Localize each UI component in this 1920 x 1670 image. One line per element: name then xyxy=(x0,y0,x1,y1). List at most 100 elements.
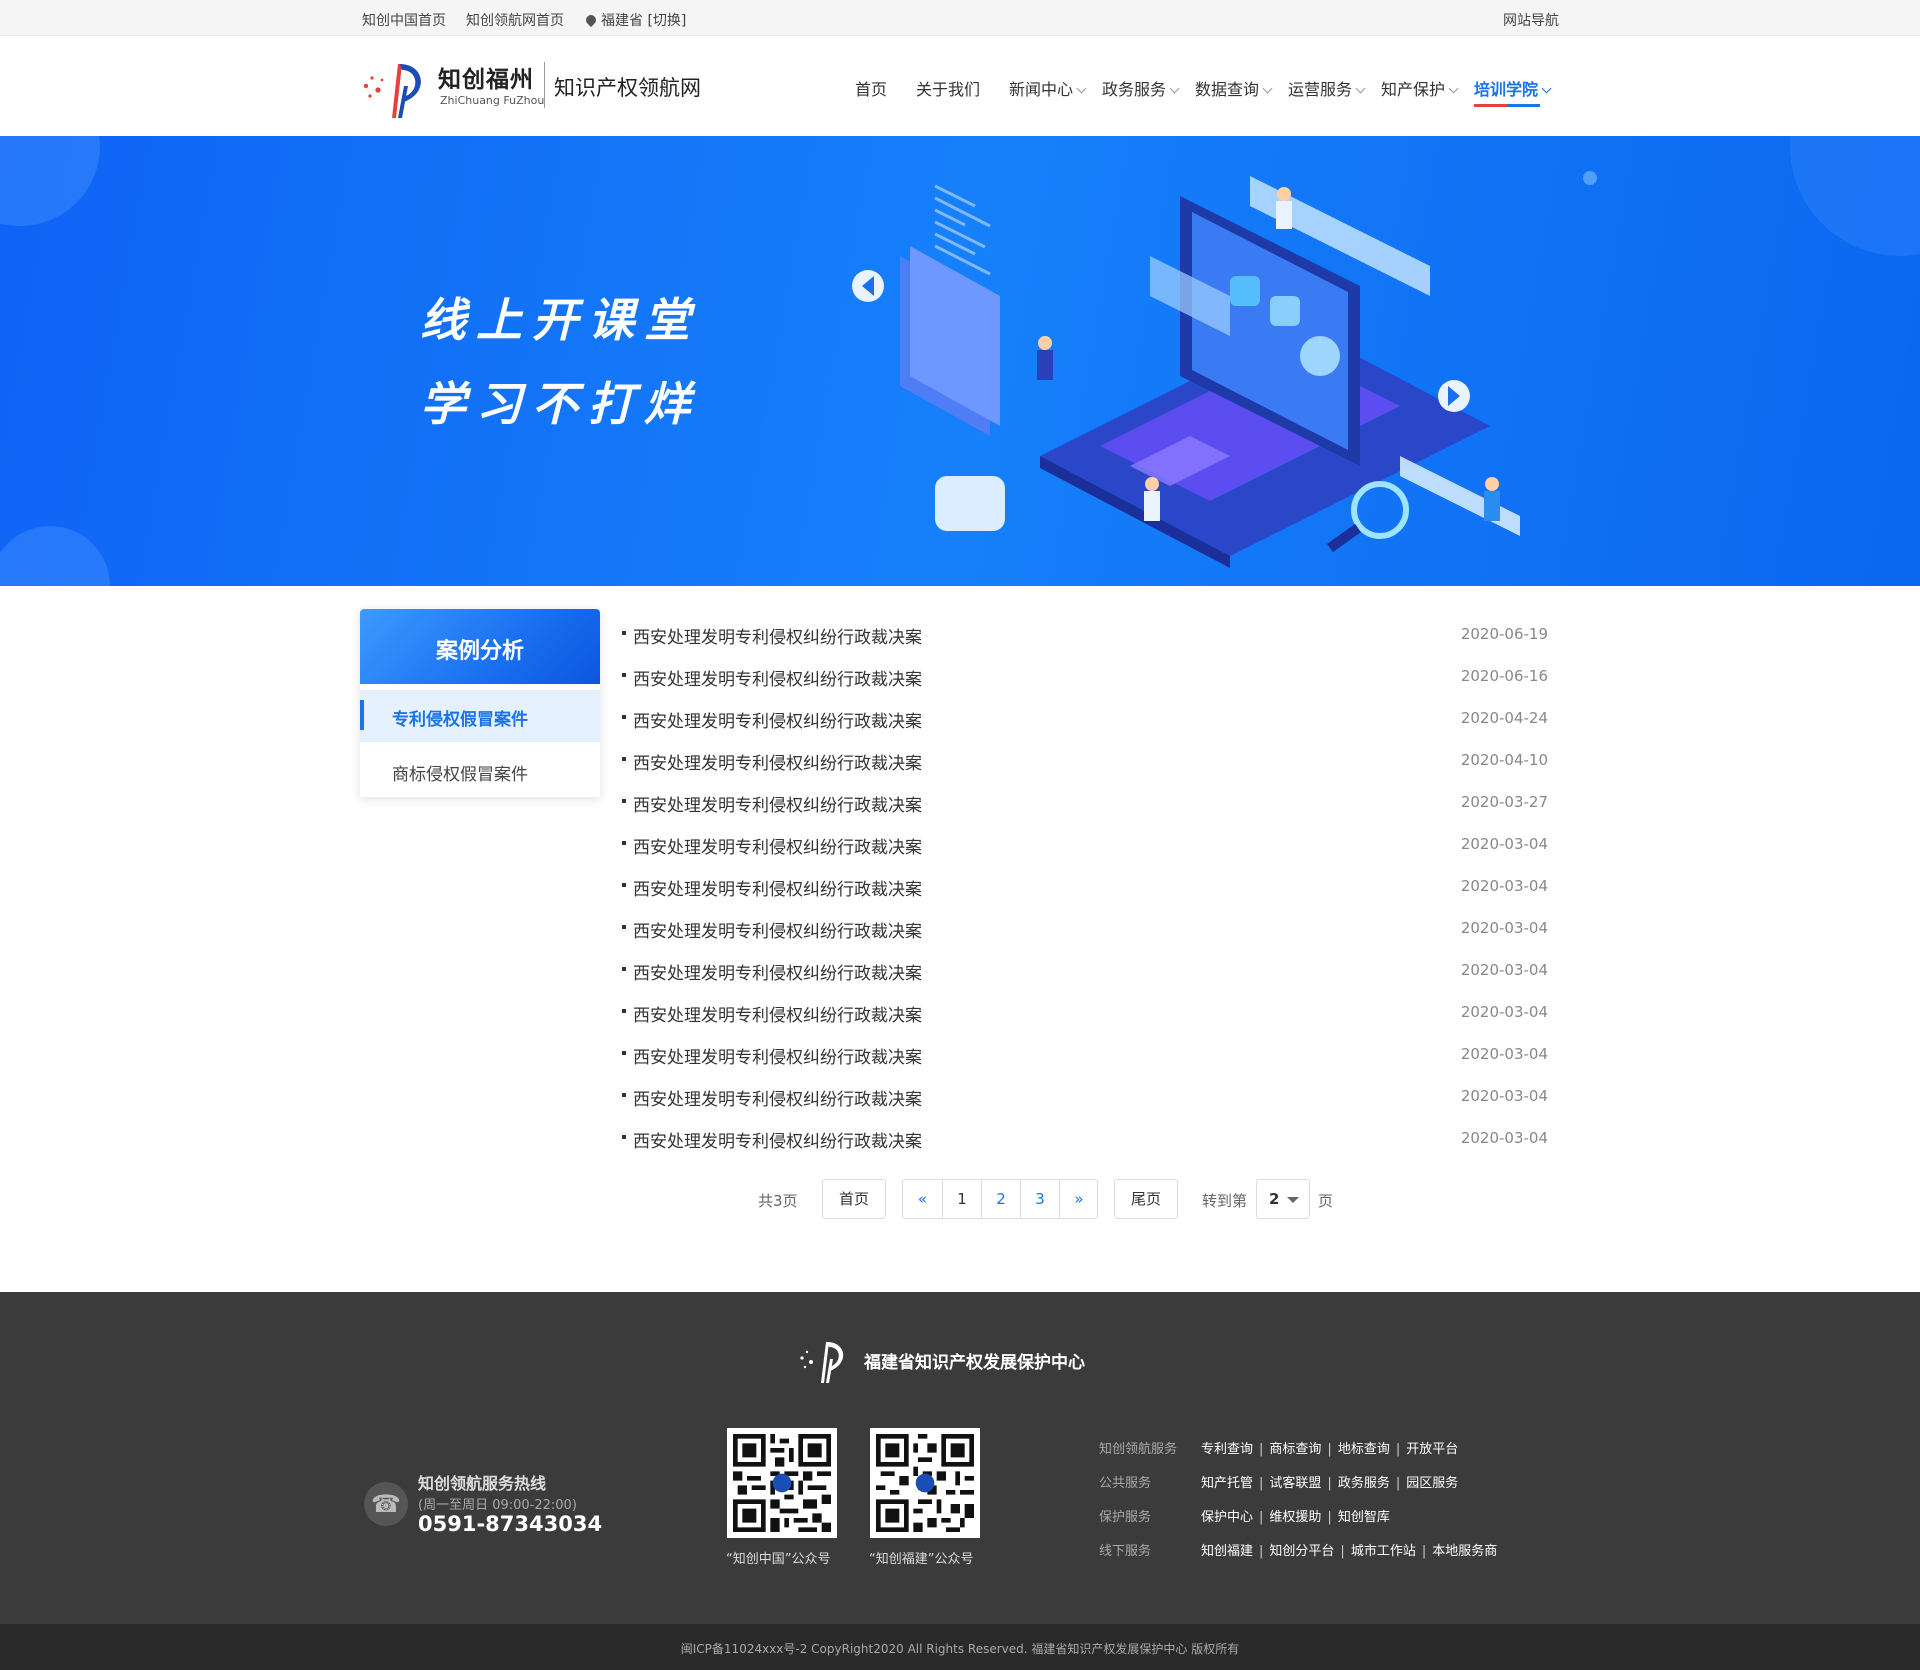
hotline-hours: (周一至周日 09:00-22:00) xyxy=(418,1498,577,1513)
list-item[interactable]: 西安处理发明专利侵权纠纷行政裁决案 2020-06-16 xyxy=(620,656,1548,698)
logo-subtitle: ZhiChuang FuZhou xyxy=(440,94,545,107)
list-item[interactable]: 西安处理发明专利侵权纠纷行政裁决案 2020-03-04 xyxy=(620,1034,1548,1076)
bullet-icon xyxy=(622,1009,626,1013)
next-page-button[interactable]: » xyxy=(1059,1180,1098,1218)
list-item[interactable]: 西安处理发明专利侵权纠纷行政裁决案 2020-03-04 xyxy=(620,1076,1548,1118)
footer-link-trademark-query[interactable]: 商标查询 xyxy=(1269,1442,1321,1457)
caret-down-icon xyxy=(1287,1197,1299,1203)
bullet-icon xyxy=(622,799,626,803)
list-item[interactable]: 西安处理发明专利侵权纠纷行政裁决案 2020-03-04 xyxy=(620,1118,1548,1160)
qr-caption-zhichuang-fujian: “知创福建”公众号 xyxy=(869,1552,974,1567)
list-item[interactable]: 西安处理发明专利侵权纠纷行政裁决案 2020-03-04 xyxy=(620,992,1548,1034)
copyright-bar: 闽ICP备11024xxx号-2 CopyRight2020 All Right… xyxy=(0,1624,1920,1670)
footer-link-ip-trusteeship[interactable]: 知产托管 xyxy=(1201,1476,1253,1491)
qr-code-zhichuang-china xyxy=(727,1428,837,1538)
nav-data-query[interactable]: 数据查询 xyxy=(1195,76,1273,100)
list-item[interactable]: 西安处理发明专利侵权纠纷行政裁决案 2020-04-24 xyxy=(620,698,1548,740)
footer-link-protection-center[interactable]: 保护中心 xyxy=(1201,1510,1253,1525)
footer-link-patent-query[interactable]: 专利查询 xyxy=(1201,1442,1253,1457)
page-3-button[interactable]: 3 xyxy=(1020,1180,1059,1218)
chevron-down-icon xyxy=(1448,83,1459,94)
footer-category-protection-service: 保护服务 xyxy=(1099,1510,1152,1525)
footer-link-local-providers[interactable]: 本地服务商 xyxy=(1432,1544,1497,1559)
qr-code-icon xyxy=(876,1434,974,1532)
bullet-icon xyxy=(622,715,626,719)
bullet-icon xyxy=(622,1051,626,1055)
top-bar: 知创中国首页 知创领航网首页 福建省 [切换] 网站导航 xyxy=(0,0,1920,36)
list-item[interactable]: 西安处理发明专利侵权纠纷行政裁决案 2020-03-04 xyxy=(620,866,1548,908)
footer-links-protection-service: 保护中心 | 维权援助 | 知创智库 xyxy=(1201,1510,1390,1525)
nav-operations[interactable]: 运营服务 xyxy=(1288,76,1366,100)
chevron-down-icon xyxy=(1262,83,1273,94)
nav-home[interactable]: 首页 xyxy=(855,76,887,100)
list-item[interactable]: 西安处理发明专利侵权纠纷行政裁决案 2020-03-04 xyxy=(620,908,1548,950)
nav-about[interactable]: 关于我们 xyxy=(916,76,980,100)
zhichuang-china-home-link[interactable]: 知创中国首页 xyxy=(362,10,446,30)
page-select[interactable]: 2 xyxy=(1256,1179,1310,1219)
chevron-down-icon xyxy=(1169,83,1180,94)
chevron-down-icon xyxy=(1076,83,1087,94)
list-item[interactable]: 西安处理发明专利侵权纠纷行政裁决案 2020-06-19 xyxy=(620,614,1548,656)
sidebar-item-trademark-cases[interactable]: 商标侵权假冒案件 xyxy=(360,745,600,797)
hotline-title: 知创领航服务热线 xyxy=(418,1474,547,1493)
nav-news[interactable]: 新闻中心 xyxy=(1009,76,1087,100)
footer-link-park-service[interactable]: 园区服务 xyxy=(1406,1476,1458,1491)
page-unit-label: 页 xyxy=(1318,1192,1334,1210)
last-page-button[interactable]: 尾页 xyxy=(1114,1179,1178,1219)
location-pin-icon xyxy=(583,12,599,28)
list-item[interactable]: 西安处理发明专利侵权纠纷行政裁决案 2020-03-27 xyxy=(620,782,1548,824)
bullet-icon xyxy=(622,1093,626,1097)
bullet-icon xyxy=(622,883,626,887)
zhichuang-lead-home-link[interactable]: 知创领航网首页 xyxy=(466,10,564,30)
banner-illustration xyxy=(0,136,1920,586)
header: 知创福州 ZhiChuang FuZhou 知识产权领航网 首页 关于我们 新闻… xyxy=(0,36,1920,136)
bullet-icon xyxy=(622,757,626,761)
nav-training[interactable]: 培训学院 xyxy=(1474,76,1552,100)
nav-ip-protection[interactable]: 知产保护 xyxy=(1381,76,1459,100)
first-page-button[interactable]: 首页 xyxy=(822,1179,886,1219)
footer-link-think-tank[interactable]: 知创智库 xyxy=(1338,1510,1390,1525)
total-pages-label: 共3页 xyxy=(758,1192,798,1210)
logo-title: 知创福州 xyxy=(438,67,534,93)
qr-caption-zhichuang-china: “知创中国”公众号 xyxy=(726,1552,831,1567)
category-sidebar: 案例分析 专利侵权假冒案件 商标侵权假冒案件 xyxy=(360,609,600,797)
copyright-text: 闽ICP备11024xxx号-2 CopyRight2020 All Right… xyxy=(680,1642,1240,1656)
location-switch-link[interactable]: 福建省 [切换] xyxy=(583,10,687,30)
chevron-down-icon xyxy=(1355,83,1366,94)
footer-org-name: 福建省知识产权发展保护中心 xyxy=(864,1353,1085,1373)
footer-link-rights-assistance[interactable]: 维权援助 xyxy=(1269,1510,1321,1525)
list-item[interactable]: 西安处理发明专利侵权纠纷行政裁决案 2020-03-04 xyxy=(620,824,1548,866)
footer-link-government-service[interactable]: 政务服务 xyxy=(1338,1476,1390,1491)
footer-link-tester-alliance[interactable]: 试客联盟 xyxy=(1269,1476,1321,1491)
bullet-icon xyxy=(622,925,626,929)
page-number-group: « 1 2 3 » xyxy=(902,1179,1098,1219)
bullet-icon xyxy=(622,841,626,845)
bullet-icon xyxy=(622,967,626,971)
footer-category-public-service: 公共服务 xyxy=(1099,1476,1152,1491)
sidebar-item-patent-cases[interactable]: 专利侵权假冒案件 xyxy=(360,690,600,742)
site-navigation-link[interactable]: 网站导航 xyxy=(1503,10,1559,30)
list-item[interactable]: 西安处理发明专利侵权纠纷行政裁决案 2020-03-04 xyxy=(620,950,1548,992)
page-2-button[interactable]: 2 xyxy=(981,1180,1020,1218)
nav-government[interactable]: 政务服务 xyxy=(1102,76,1180,100)
sidebar-title: 案例分析 xyxy=(435,639,524,664)
footer-links-offline-service: 知创福建 | 知创分平台 | 城市工作站 | 本地服务商 xyxy=(1201,1544,1498,1559)
qr-code-zhichuang-fujian xyxy=(870,1428,980,1538)
footer-links-lead-service: 专利查询 | 商标查询 | 地标查询 | 开放平台 xyxy=(1201,1442,1459,1457)
page-1-button[interactable]: 1 xyxy=(942,1180,981,1218)
logo-icon[interactable] xyxy=(358,56,430,120)
footer-link-sub-platform[interactable]: 知创分平台 xyxy=(1269,1544,1334,1559)
footer-link-open-platform[interactable]: 开放平台 xyxy=(1406,1442,1458,1457)
hotline-number: 0591-87343034 xyxy=(418,1512,603,1536)
goto-label: 转到第 xyxy=(1202,1192,1248,1210)
list-item[interactable]: 西安处理发明专利侵权纠纷行政裁决案 2020-04-10 xyxy=(620,740,1548,782)
footer-link-city-workstation[interactable]: 城市工作站 xyxy=(1351,1544,1416,1559)
banner-headline-2: 学习不打烊 xyxy=(420,377,700,431)
sidebar-header: 案例分析 xyxy=(360,609,600,684)
location-label: 福建省 [切换] xyxy=(601,13,687,29)
prev-page-button[interactable]: « xyxy=(903,1180,942,1218)
bullet-icon xyxy=(622,673,626,677)
footer-link-zhichuang-fujian[interactable]: 知创福建 xyxy=(1201,1544,1253,1559)
footer-link-geo-mark-query[interactable]: 地标查询 xyxy=(1338,1442,1390,1457)
bullet-icon xyxy=(622,1135,626,1139)
